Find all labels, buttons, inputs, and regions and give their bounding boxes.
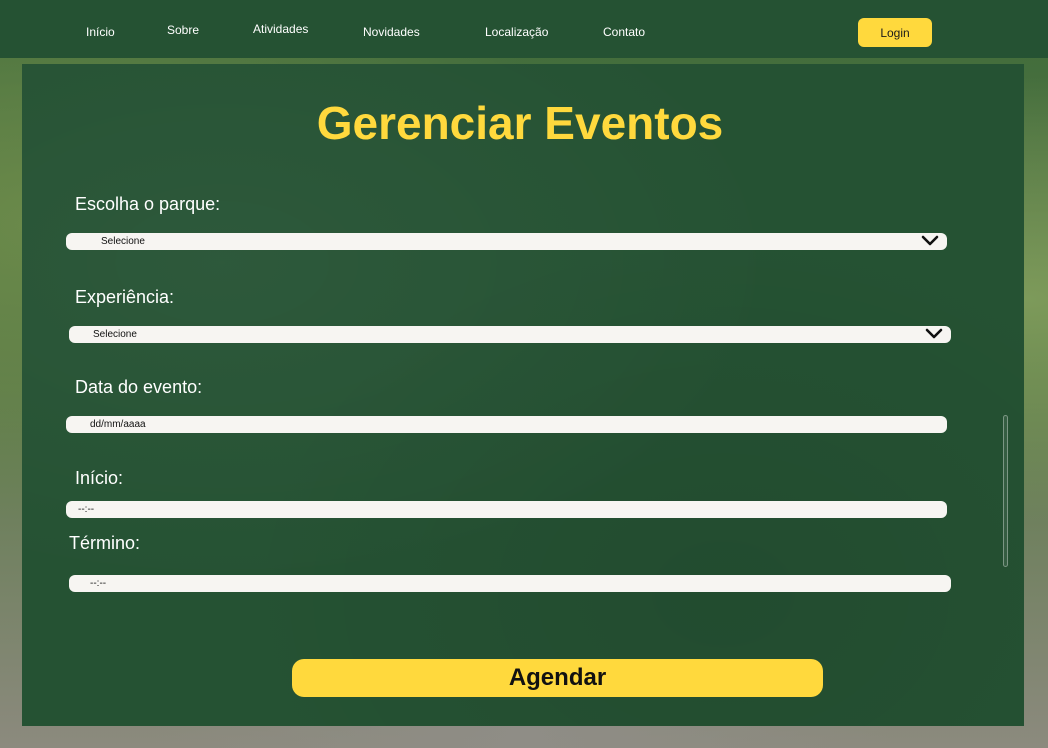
nav-link-sobre[interactable]: Sobre (167, 23, 199, 37)
top-navbar: Início Sobre Atividades Novidades Locali… (0, 0, 1048, 58)
experience-select[interactable]: Selecione (69, 326, 951, 343)
park-select[interactable]: Selecione (66, 233, 947, 250)
end-time-placeholder: --:-- (90, 578, 107, 589)
nav-link-novidades[interactable]: Novidades (363, 25, 420, 39)
date-input-placeholder: dd/mm/aaaa (90, 419, 146, 430)
experience-label: Experiência: (75, 287, 175, 307)
schedule-button[interactable]: Agendar (292, 659, 823, 697)
date-input[interactable]: dd/mm/aaaa (66, 416, 947, 433)
login-button[interactable]: Login (858, 18, 932, 47)
chevron-down-icon (921, 235, 939, 246)
nav-link-contato[interactable]: Contato (603, 25, 645, 39)
start-time-input[interactable]: --:-- (66, 501, 947, 518)
end-time-label: Término: (69, 533, 141, 553)
park-label: Escolha o parque: (75, 194, 221, 214)
scrollbar[interactable] (1003, 415, 1008, 567)
park-select-value: Selecione (101, 236, 145, 247)
start-time-label: Início: (75, 468, 124, 488)
end-time-input[interactable]: --:-- (69, 575, 951, 592)
nav-link-atividades[interactable]: Atividades (253, 22, 308, 36)
experience-select-value: Selecione (93, 329, 137, 340)
start-time-placeholder: --:-- (78, 504, 95, 515)
page-title: Gerenciar Eventos (316, 97, 724, 149)
chevron-down-icon (925, 328, 943, 339)
nav-link-localizacao[interactable]: Localização (485, 25, 548, 39)
date-label: Data do evento: (75, 377, 203, 397)
nav-link-inicio[interactable]: Início (86, 25, 115, 39)
